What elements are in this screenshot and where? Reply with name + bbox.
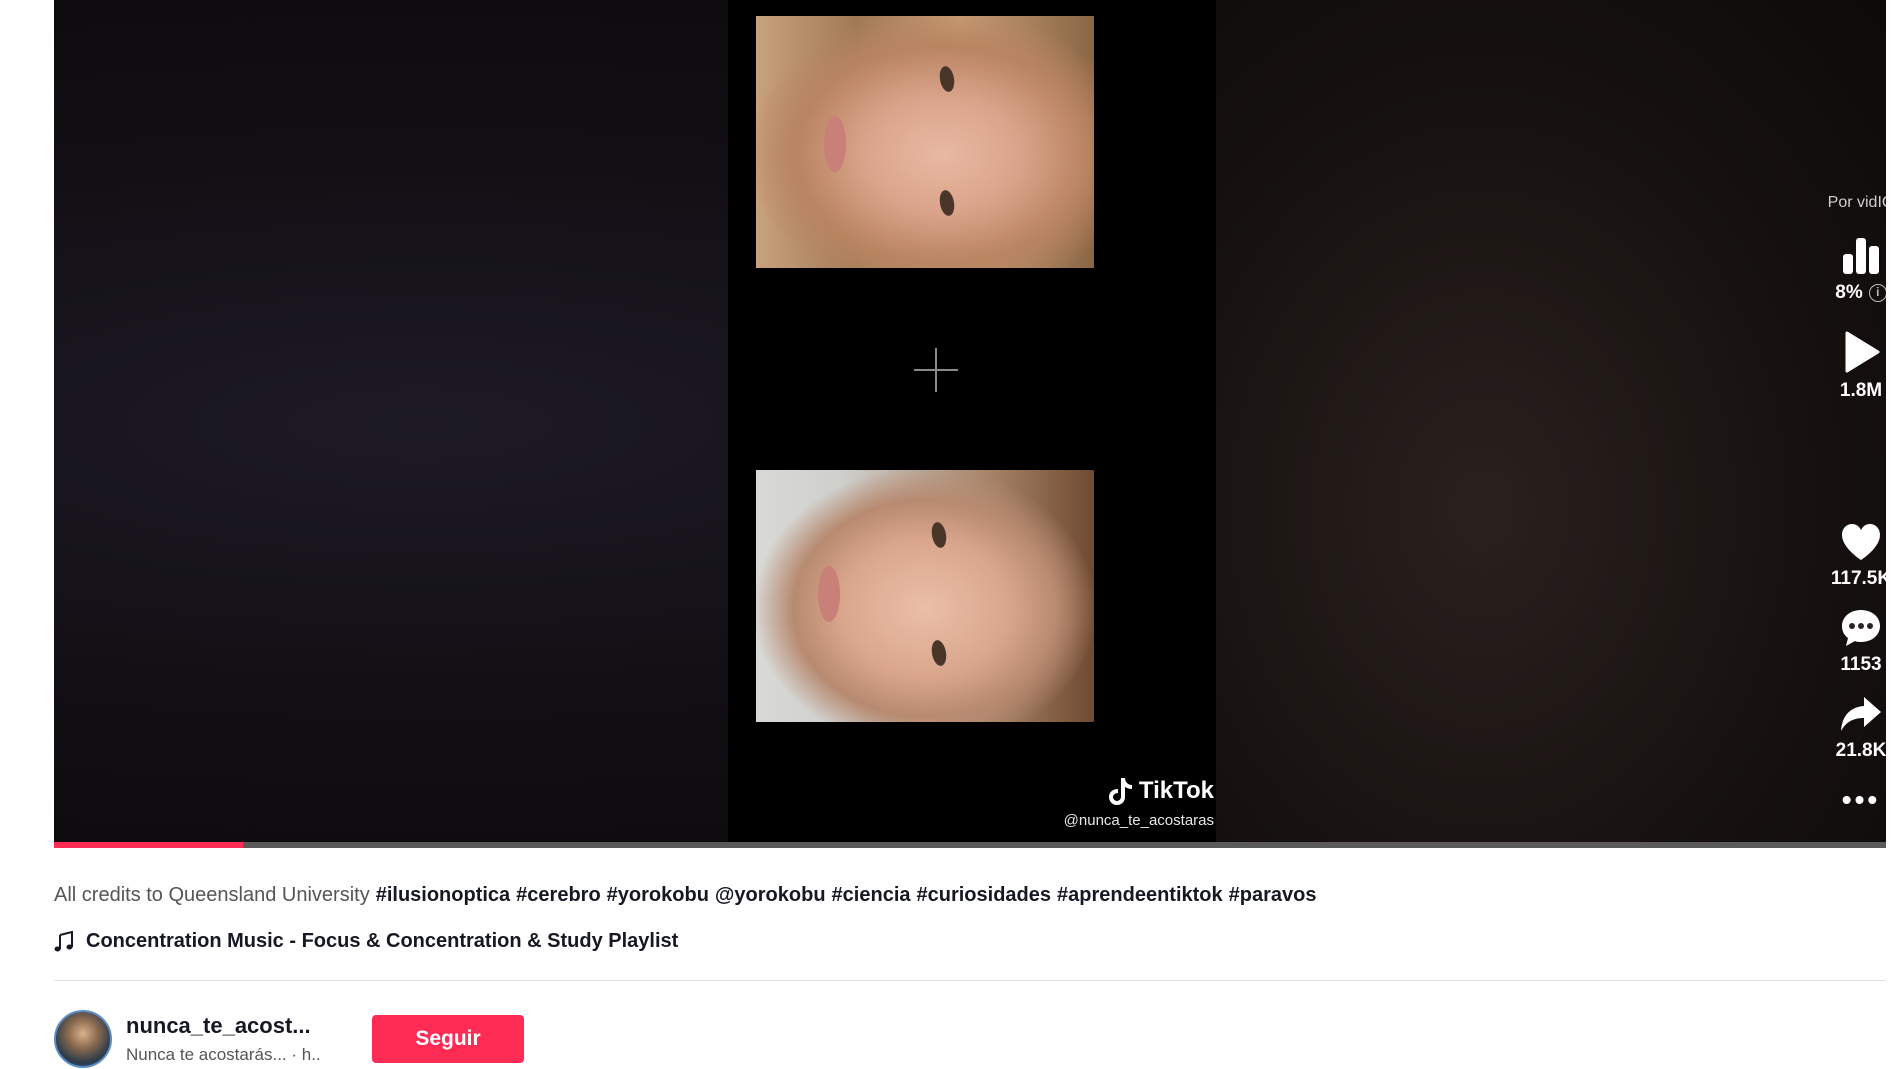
watermark-brand: TikTok (1138, 777, 1214, 804)
video-caption: All credits to Queensland University #ilu… (54, 884, 1316, 907)
vidiq-score-value: 8% (1835, 282, 1863, 303)
hashtag-link[interactable]: #curiosidades (917, 884, 1052, 906)
eye (929, 520, 949, 550)
share-icon (1841, 697, 1881, 731)
follow-button[interactable]: Seguir (372, 1015, 524, 1063)
lips (824, 116, 846, 172)
likes-count: 117.5K (1830, 568, 1886, 589)
heart-icon (1842, 524, 1880, 560)
mention-link[interactable]: @yorokobu (715, 884, 826, 906)
music-link[interactable]: Concentration Music - Focus & Concentrat… (54, 930, 678, 953)
info-icon[interactable]: i (1868, 284, 1886, 302)
caption-text: All credits to Queensland University (54, 884, 370, 906)
bar-chart-icon (1843, 238, 1879, 274)
top-face-image (756, 16, 1094, 268)
progress-bar[interactable] (54, 842, 1886, 848)
bottom-face-image (756, 470, 1094, 722)
like-button[interactable]: 117.5K (1816, 522, 1886, 590)
views-count: 1.8M (1839, 380, 1883, 401)
shares-count: 21.8K (1835, 740, 1886, 761)
more-options-icon[interactable]: ••• (1816, 784, 1886, 816)
eye (937, 188, 957, 218)
action-sidebar: Por vidIQ 8% i 1.8M 117.5K (1816, 0, 1886, 848)
comments-count: 1153 (1840, 654, 1882, 675)
vidiq-score[interactable]: 8% i (1816, 236, 1886, 304)
comment-button[interactable]: 1153 (1816, 608, 1886, 676)
lips (818, 566, 840, 622)
hashtag-link[interactable]: #ciencia (832, 884, 911, 906)
tiktok-watermark: TikTok @nunca_te_acostaras (1024, 776, 1214, 829)
hashtag-link[interactable]: #cerebro (516, 884, 601, 906)
hashtag-link[interactable]: #aprendeentiktok (1057, 884, 1223, 906)
author-subtitle: Nunca te acostarás... · h.. (126, 1045, 321, 1064)
hashtag-link[interactable]: #yorokobu (607, 884, 709, 906)
video-frame[interactable]: TikTok @nunca_te_acostaras (728, 0, 1216, 848)
author-username[interactable]: nunca_te_acost... (126, 1013, 356, 1039)
eye (937, 64, 957, 94)
play-icon (1845, 331, 1880, 373)
avatar[interactable] (54, 1010, 112, 1068)
hashtag-link[interactable]: #paravos (1229, 884, 1317, 906)
comment-icon (1842, 610, 1880, 646)
fixation-cross (914, 348, 958, 392)
progress-fill (54, 842, 243, 848)
video-blur-background (1214, 0, 1886, 848)
video-player[interactable]: TikTok @nunca_te_acostaras Por vidIQ 8% … (54, 0, 1886, 848)
views-stat[interactable]: 1.8M (1816, 330, 1886, 402)
music-title: Concentration Music - Focus & Concentrat… (86, 930, 679, 952)
share-button[interactable]: 21.8K (1816, 694, 1886, 762)
tiktok-logo-icon (1108, 778, 1132, 805)
hashtag-link[interactable]: #ilusionoptica (376, 884, 510, 906)
author-info: nunca_te_acost... Nunca te acostarás... … (54, 1010, 524, 1068)
divider (54, 980, 1886, 981)
music-note-icon (54, 930, 73, 951)
watermark-handle: @nunca_te_acostaras (1063, 812, 1214, 829)
vidiq-label: Por vidIQ (1827, 194, 1886, 211)
eye (929, 638, 949, 668)
